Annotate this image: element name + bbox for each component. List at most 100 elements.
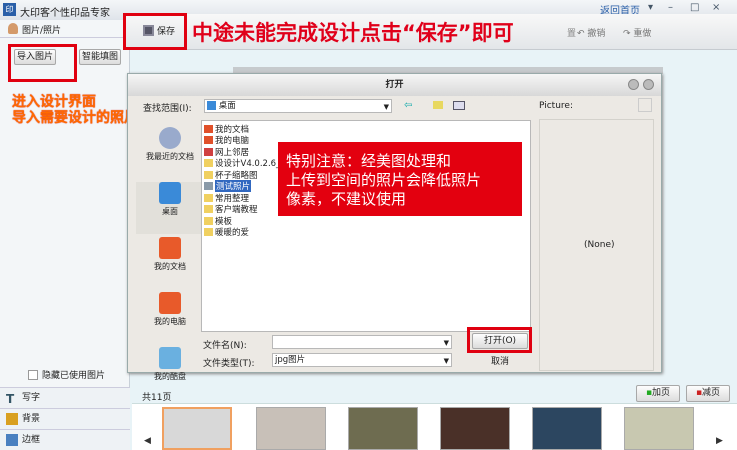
preview-text: (None) <box>584 240 615 250</box>
page-thumbnail[interactable] <box>440 407 510 450</box>
import-hint-line: 进入设计界面 <box>12 94 96 110</box>
user-icon <box>8 23 18 34</box>
tab-label: 写字 <box>22 393 41 403</box>
save-hint-annotation: 中途未能完成设计点击“保存”即可 <box>192 21 514 45</box>
background-icon <box>6 413 18 425</box>
redo-button[interactable]: ↷ 重做 <box>623 26 651 39</box>
places-bar: 我最近的文档 桌面 我的文档 我的电脑 我的酷盘 <box>136 124 204 381</box>
remove-page-button[interactable]: ▪减页 <box>686 385 730 402</box>
place-label: 我的酷盘 <box>154 372 186 381</box>
close-dialog-icon[interactable] <box>643 79 654 90</box>
cloud-drive-icon <box>159 347 181 369</box>
documents-icon <box>204 124 213 133</box>
look-in-label: 查找范围(I): <box>143 104 192 114</box>
folder-icon <box>204 216 213 225</box>
hide-used-checkbox[interactable]: 隐藏已使用图片 <box>28 368 105 381</box>
notice-line: 像素，不建议使用 <box>286 190 407 208</box>
menu-icon[interactable]: ▾ <box>648 2 653 13</box>
remove-page-label: 减页 <box>702 388 721 398</box>
computer-icon <box>159 292 181 314</box>
filetype-value: jpg图片 <box>275 355 306 365</box>
toolbar-hidden-button[interactable]: 置 <box>567 26 576 39</box>
import-hint-annotation: 进入设计界面 导入需要设计的照片 <box>12 94 138 126</box>
place-label: 我的电脑 <box>154 317 186 326</box>
dropdown-arrow-icon: ▼ <box>443 357 449 365</box>
app-icon: 印 <box>3 3 16 16</box>
view-menu-icon[interactable] <box>453 101 465 110</box>
page-thumbnail-selected[interactable] <box>162 407 232 450</box>
dropdown-arrow-icon: ▼ <box>443 339 449 347</box>
notice-line: 上传到空间的照片会降低照片 <box>286 171 482 189</box>
new-folder-icon[interactable] <box>433 101 443 109</box>
folder-icon <box>204 228 213 237</box>
filetype-label: 文件类型(T): <box>203 359 255 369</box>
undo-label: 撤销 <box>587 29 606 39</box>
tab-background[interactable]: 背景 <box>0 408 130 429</box>
file-name: 客户端教程 <box>215 205 258 216</box>
picture-label: Picture: <box>539 101 573 111</box>
tab-label: 背景 <box>22 414 41 424</box>
page-thumbnail[interactable] <box>348 407 418 450</box>
page-thumbnail[interactable] <box>532 407 602 450</box>
scroll-left-icon[interactable]: ◀ <box>144 436 151 446</box>
folder-item[interactable]: 暖暖的爱 <box>202 227 530 238</box>
tab-text[interactable]: T 写字 <box>0 387 130 408</box>
undo-button[interactable]: ↶ 撤销 <box>577 26 605 39</box>
tab-label: 边框 <box>22 435 41 445</box>
filetype-select[interactable]: jpg图片 ▼ <box>272 353 452 367</box>
open-file-dialog: 打开 查找范围(I): 桌面 ▼ ⇦ Picture: (None) 我最近的文档… <box>127 73 662 381</box>
page-count: 共11页 <box>142 393 172 403</box>
folder-icon <box>204 205 213 214</box>
file-name: 网上邻居 <box>215 147 250 158</box>
page-thumbnail[interactable] <box>624 407 694 450</box>
cancel-button[interactable]: 取消 <box>472 354 528 367</box>
folder-icon <box>204 170 213 179</box>
scroll-right-icon[interactable]: ▶ <box>716 436 723 446</box>
notice-annotation: 特别注意：经美图处理和 上传到空间的照片会降低照片 像素，不建议使用 <box>278 142 522 216</box>
tab-frame[interactable]: 边框 <box>0 429 130 450</box>
file-name: 杯子缩略图 <box>215 170 258 181</box>
file-name: 常用整理 <box>215 193 250 204</box>
left-panel: 图片/照片 导入图片 智能填图 隐藏已使用图片 T 写字 背景 边框 <box>0 20 130 450</box>
page-thumbnail[interactable] <box>256 407 326 450</box>
place-recent[interactable]: 我最近的文档 <box>136 127 204 179</box>
maximize-icon[interactable]: □ <box>690 2 699 13</box>
back-icon[interactable]: ⇦ <box>404 100 412 111</box>
file-name: 模板 <box>215 216 233 227</box>
section-photos: 图片/照片 <box>0 20 130 38</box>
documents-icon <box>159 237 181 259</box>
checkbox-label: 隐藏已使用图片 <box>42 371 106 381</box>
file-name: 设设计V4.0.2.6_ <box>215 159 281 170</box>
folder-item[interactable]: 模板 <box>202 215 530 227</box>
folder-icon <box>204 159 213 168</box>
place-documents[interactable]: 我的文档 <box>136 237 204 289</box>
preview-toggle-icon[interactable] <box>638 98 652 112</box>
redo-icon: ↷ <box>623 29 631 39</box>
place-label: 我的文档 <box>154 262 186 271</box>
filename-label: 文件名(N): <box>203 341 247 351</box>
help-icon[interactable] <box>628 79 639 90</box>
redo-label: 重做 <box>633 29 652 39</box>
place-computer[interactable]: 我的电脑 <box>136 292 204 344</box>
place-desktop[interactable]: 桌面 <box>136 182 204 234</box>
close-icon[interactable]: × <box>712 2 720 13</box>
place-label: 我最近的文档 <box>146 152 194 161</box>
filename-input[interactable]: ▼ <box>272 335 452 349</box>
file-name: 我的电脑 <box>215 136 250 147</box>
file-item[interactable]: 我的文档 <box>202 123 530 135</box>
smart-fill-button[interactable]: 智能填图 <box>79 49 121 65</box>
computer-icon <box>204 136 213 145</box>
network-icon <box>204 147 213 156</box>
folder-icon <box>204 182 213 191</box>
look-in-value: 桌面 <box>218 101 236 111</box>
checkbox-icon[interactable] <box>28 369 38 380</box>
add-page-button[interactable]: ▪加页 <box>636 385 680 402</box>
preview-pane: (None) <box>539 119 654 371</box>
minimize-icon[interactable]: – <box>668 2 673 13</box>
clock-icon <box>159 127 181 149</box>
file-name: 测试照片 <box>215 180 252 193</box>
folder-icon <box>204 193 213 202</box>
dialog-title: 打开 <box>128 74 661 96</box>
look-in-select[interactable]: 桌面 ▼ <box>204 99 392 113</box>
section-label: 图片/照片 <box>22 26 62 36</box>
